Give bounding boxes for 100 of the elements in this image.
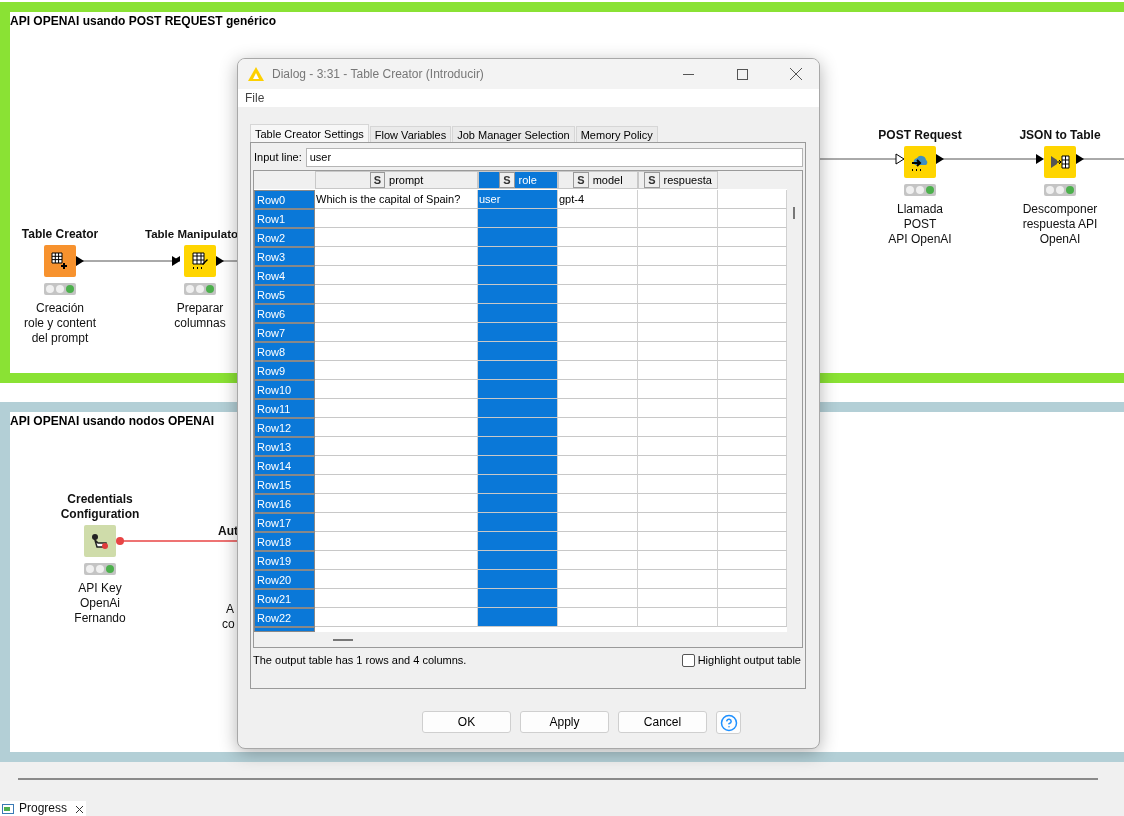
table-cell[interactable] bbox=[478, 266, 558, 285]
table-cell[interactable] bbox=[718, 494, 787, 513]
table-cell[interactable] bbox=[718, 285, 787, 304]
table-cell[interactable] bbox=[718, 380, 787, 399]
row-header[interactable]: Row13 bbox=[254, 437, 315, 456]
table-cell[interactable] bbox=[638, 380, 718, 399]
table-cell[interactable] bbox=[638, 513, 718, 532]
table-cell[interactable] bbox=[478, 437, 558, 456]
table-cell[interactable] bbox=[478, 608, 558, 627]
table-cell[interactable] bbox=[478, 532, 558, 551]
table-cell[interactable] bbox=[718, 475, 787, 494]
progress-tab[interactable]: Progress bbox=[0, 801, 86, 816]
table-cell[interactable] bbox=[315, 589, 478, 608]
table-cell[interactable] bbox=[638, 437, 718, 456]
table-cell[interactable] bbox=[558, 437, 638, 456]
table-cell[interactable] bbox=[638, 323, 718, 342]
table-cell[interactable] bbox=[315, 570, 478, 589]
table-cell[interactable] bbox=[558, 494, 638, 513]
row-header[interactable]: Row9 bbox=[254, 361, 315, 380]
row-header[interactable] bbox=[254, 627, 315, 632]
table-cell[interactable] bbox=[638, 456, 718, 475]
table-cell[interactable] bbox=[315, 304, 478, 323]
table-cell[interactable] bbox=[638, 361, 718, 380]
table-cell[interactable] bbox=[478, 551, 558, 570]
table-cell[interactable] bbox=[478, 361, 558, 380]
horizontal-scrollbar[interactable] bbox=[333, 639, 353, 641]
table-cell[interactable] bbox=[478, 380, 558, 399]
table-cell[interactable] bbox=[558, 266, 638, 285]
table-cell[interactable] bbox=[558, 380, 638, 399]
table-cell[interactable] bbox=[478, 228, 558, 247]
table-cell[interactable] bbox=[478, 209, 558, 228]
table-cell[interactable] bbox=[315, 209, 478, 228]
table-cell[interactable] bbox=[638, 475, 718, 494]
table-cell[interactable] bbox=[478, 589, 558, 608]
table-cell[interactable] bbox=[638, 342, 718, 361]
table-cell[interactable] bbox=[718, 266, 787, 285]
table-cell[interactable] bbox=[315, 228, 478, 247]
table-cell[interactable] bbox=[478, 399, 558, 418]
table-cell[interactable] bbox=[478, 494, 558, 513]
row-header[interactable]: Row4 bbox=[254, 266, 315, 285]
table-cell[interactable]: Which is the capital of Spain? bbox=[315, 190, 478, 209]
row-header[interactable]: Row5 bbox=[254, 285, 315, 304]
table-cell[interactable] bbox=[558, 361, 638, 380]
table-cell[interactable] bbox=[638, 418, 718, 437]
table-cell[interactable] bbox=[315, 532, 478, 551]
row-header[interactable]: Row7 bbox=[254, 323, 315, 342]
table-cell[interactable] bbox=[558, 418, 638, 437]
table-cell[interactable] bbox=[478, 570, 558, 589]
table-cell[interactable] bbox=[315, 437, 478, 456]
table-cell[interactable] bbox=[478, 304, 558, 323]
row-header[interactable]: Row3 bbox=[254, 247, 315, 266]
dialog-button[interactable]: Apply bbox=[520, 711, 609, 733]
table-cell[interactable] bbox=[478, 475, 558, 494]
menu-item[interactable]: File bbox=[245, 91, 265, 105]
table-cell[interactable] bbox=[718, 228, 787, 247]
tab[interactable]: Flow Variables bbox=[369, 126, 452, 142]
table-cell[interactable] bbox=[558, 399, 638, 418]
table-cell[interactable] bbox=[638, 608, 718, 627]
table-cell[interactable] bbox=[718, 532, 787, 551]
table-cell[interactable] bbox=[718, 323, 787, 342]
table-cell[interactable] bbox=[718, 418, 787, 437]
table-cell[interactable] bbox=[558, 247, 638, 266]
table-cell[interactable] bbox=[638, 190, 718, 209]
column-header[interactable]: S respuesta bbox=[638, 171, 718, 189]
table-cell[interactable] bbox=[315, 285, 478, 304]
row-header[interactable]: Row19 bbox=[254, 551, 315, 570]
node-icon[interactable] bbox=[904, 146, 936, 178]
table-cell[interactable] bbox=[638, 551, 718, 570]
table-cell[interactable] bbox=[638, 304, 718, 323]
column-header[interactable]: S role bbox=[478, 171, 558, 189]
table-cell[interactable] bbox=[315, 266, 478, 285]
table-cell[interactable] bbox=[558, 608, 638, 627]
table-cell[interactable] bbox=[315, 323, 478, 342]
table-cell[interactable] bbox=[478, 418, 558, 437]
table-cell[interactable] bbox=[558, 323, 638, 342]
table-cell[interactable] bbox=[315, 399, 478, 418]
column-header[interactable]: S prompt bbox=[315, 171, 478, 189]
row-header[interactable]: Row1 bbox=[254, 209, 315, 228]
table-cell[interactable] bbox=[718, 399, 787, 418]
table-cell[interactable] bbox=[558, 456, 638, 475]
node-icon[interactable] bbox=[184, 245, 216, 277]
table-cell[interactable] bbox=[638, 532, 718, 551]
table-cell[interactable] bbox=[315, 494, 478, 513]
table-cell[interactable] bbox=[718, 608, 787, 627]
table-cell[interactable] bbox=[558, 228, 638, 247]
row-header[interactable]: Row15 bbox=[254, 475, 315, 494]
table-cell[interactable] bbox=[478, 285, 558, 304]
table-cell[interactable] bbox=[638, 570, 718, 589]
table-cell[interactable] bbox=[478, 323, 558, 342]
table-cell[interactable] bbox=[718, 589, 787, 608]
row-header[interactable]: Row18 bbox=[254, 532, 315, 551]
table-cell[interactable] bbox=[718, 209, 787, 228]
table-cell[interactable] bbox=[558, 209, 638, 228]
table-cell[interactable] bbox=[638, 228, 718, 247]
input-field[interactable]: user bbox=[305, 147, 803, 167]
node-icon[interactable] bbox=[44, 245, 76, 277]
table-cell[interactable] bbox=[638, 266, 718, 285]
row-header[interactable]: Row20 bbox=[254, 570, 315, 589]
table-cell[interactable]: gpt-4 bbox=[558, 190, 638, 209]
table-cell[interactable] bbox=[558, 551, 638, 570]
